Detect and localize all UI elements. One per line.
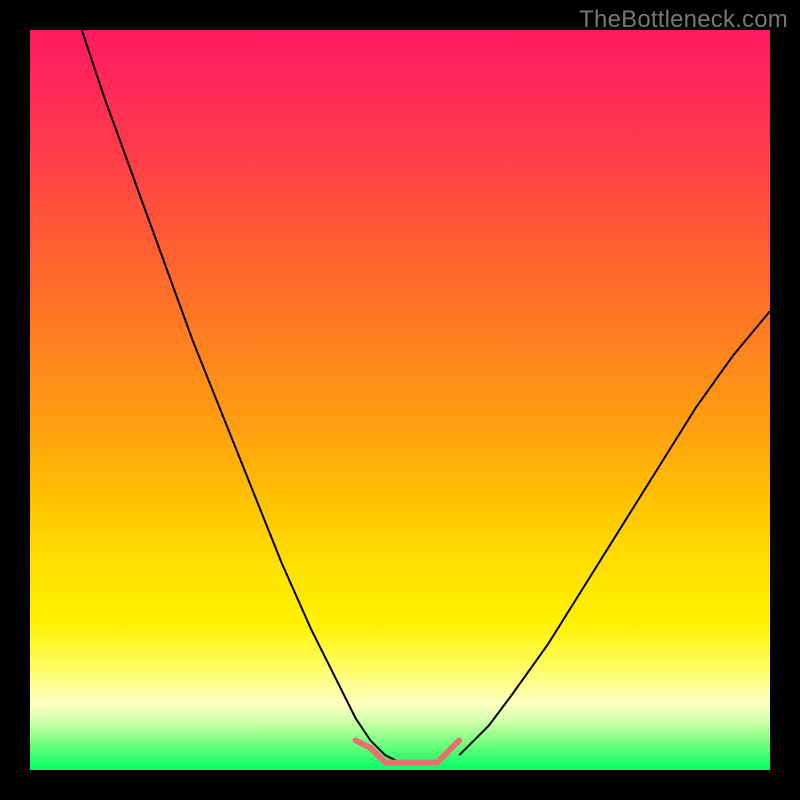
right-branch-path (459, 311, 770, 755)
left-branch-path (82, 30, 400, 763)
plot-area (30, 30, 770, 770)
chart-frame: TheBottleneck.com (0, 0, 800, 800)
curve-layer (30, 30, 770, 770)
floor-markers-path (356, 740, 460, 762)
